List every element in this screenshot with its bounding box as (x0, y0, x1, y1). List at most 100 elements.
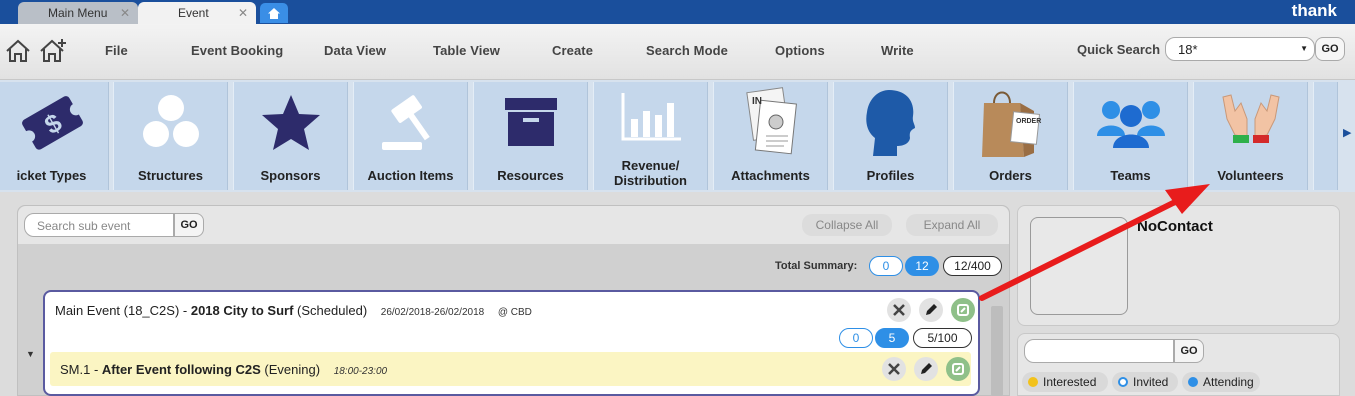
menu-data-view[interactable]: Data View (324, 43, 386, 58)
scroll-right-icon[interactable]: ▶ (1343, 126, 1351, 139)
invited-dot-icon (1118, 377, 1128, 387)
star-icon (261, 95, 320, 150)
sub-event-session: (Evening) (260, 362, 321, 377)
quick-search-go-button[interactable]: GO (1315, 37, 1345, 61)
event-dates: 26/02/2018-26/02/2018 (380, 307, 485, 318)
menu-event-booking[interactable]: Event Booking (191, 43, 283, 58)
tab-main-menu-label: Main Menu (48, 6, 108, 20)
structures-icon (142, 95, 199, 147)
event-code: Main Event (18_C2S) - (55, 303, 191, 318)
sub-event-go-button[interactable]: GO (174, 213, 204, 237)
contact-panel: NoContact (1017, 205, 1340, 326)
quick-search-value: 18* (1178, 42, 1198, 57)
tile-resources[interactable]: Resources (473, 82, 588, 190)
expand-all-button[interactable]: Expand All (906, 214, 998, 236)
sub-event-panel: Search sub event GO Collapse All Expand … (17, 205, 1010, 396)
interested-dot-icon (1028, 377, 1038, 387)
raised-hands-icon (1221, 94, 1280, 143)
event-count-attending: 5 (875, 328, 909, 348)
tile-ticket-types[interactable]: $ icket Types (0, 82, 109, 190)
close-icon[interactable]: ✕ (120, 6, 130, 20)
svg-text:ORDER: ORDER (1016, 118, 1041, 125)
tile-label: Sponsors (260, 168, 321, 183)
box-icon (504, 98, 557, 146)
sub-event-time: 18:00-23:00 (333, 366, 388, 377)
bar-chart-icon (621, 93, 681, 141)
sub-event-row[interactable]: SM.1 - After Event following C2S (Evenin… (50, 352, 971, 386)
attending-dot-icon (1188, 377, 1198, 387)
legend-label: Invited (1133, 375, 1169, 389)
tile-label: Revenue/ Distribution (614, 158, 687, 188)
close-icon[interactable]: ✕ (238, 6, 248, 20)
event-status: (Scheduled) (293, 303, 368, 318)
tile-volunteers[interactable]: Volunteers (1193, 82, 1308, 190)
volunteer-search-input[interactable] (1024, 339, 1174, 363)
svg-text:IN: IN (752, 96, 762, 107)
dropdown-arrow-icon: ▼ (1300, 44, 1308, 53)
tab-main-menu[interactable]: Main Menu ✕ (18, 2, 138, 24)
delete-button[interactable] (887, 298, 911, 322)
open-icon (952, 363, 964, 375)
menu-bar: File Event Booking Data View Table View … (0, 24, 1355, 80)
total-capacity: 12/400 (943, 256, 1002, 276)
tile-attachments[interactable]: IN Attachments (713, 82, 828, 190)
sub-event-search-input[interactable]: Search sub event (24, 213, 174, 237)
collapse-all-button[interactable]: Collapse All (802, 214, 892, 236)
tile-teams[interactable]: Teams (1073, 82, 1188, 190)
close-icon (888, 363, 900, 375)
menu-write[interactable]: Write (881, 43, 914, 58)
tile-label: Resources (497, 168, 564, 183)
event-name: 2018 City to Surf (190, 303, 294, 318)
icon-strip: ◀ ▶ $ icket Types Structures Sponsors Au… (0, 80, 1355, 192)
contact-photo (1030, 217, 1128, 315)
quick-search-select[interactable]: 18* ▼ (1165, 37, 1315, 61)
event-location: @ CBD (497, 307, 532, 318)
quick-search-label: Quick Search (1077, 42, 1161, 57)
tile-sponsors[interactable]: Sponsors (233, 82, 348, 190)
tile-label: Orders (989, 168, 1032, 183)
legend-label: Attending (1203, 375, 1254, 389)
delete-button[interactable] (882, 357, 906, 381)
total-count-interested: 0 (869, 256, 903, 276)
tile-label: Teams (1110, 168, 1151, 183)
legend-label: Interested (1043, 375, 1097, 389)
menu-table-view[interactable]: Table View (433, 43, 500, 58)
ticket-icon: $ (21, 96, 83, 150)
open-button[interactable] (951, 298, 975, 322)
expand-toggle-icon[interactable]: ▼ (26, 349, 35, 359)
tile-auction-items[interactable]: Auction Items (353, 82, 468, 190)
close-icon (893, 304, 905, 316)
brand-logo: thank (1291, 1, 1337, 20)
tile-structures[interactable]: Structures (113, 82, 228, 190)
tile-orders[interactable]: ORDER Orders (953, 82, 1068, 190)
contact-name: NoContact (1137, 218, 1213, 235)
menu-file[interactable]: File (105, 43, 128, 58)
open-button[interactable] (946, 357, 970, 381)
home-icon[interactable] (4, 38, 32, 64)
volunteer-panel: GO Interested Invited Attending (1017, 333, 1340, 396)
scrollbar[interactable] (991, 306, 1003, 396)
tile-label: icket Types (16, 168, 87, 183)
sub-event-code: SM.1 - (60, 362, 102, 377)
menu-options[interactable]: Options (775, 43, 825, 58)
legend-attending[interactable]: Attending (1182, 372, 1260, 392)
legend-interested[interactable]: Interested (1022, 372, 1108, 392)
edit-button[interactable] (914, 357, 938, 381)
tile-profiles[interactable]: Profiles (833, 82, 948, 190)
home-icon (268, 7, 280, 19)
shopping-bag-icon: ORDER (981, 91, 1041, 157)
tab-bar: Main Menu ✕ Event ✕ thank (0, 0, 1355, 24)
volunteer-go-button[interactable]: GO (1174, 339, 1204, 363)
legend-invited[interactable]: Invited (1112, 372, 1178, 392)
main-event-card[interactable]: Main Event (18_C2S) - 2018 City to Surf … (43, 290, 980, 396)
add-home-icon[interactable] (38, 38, 68, 64)
tile-revenue-distribution[interactable]: Revenue/ Distribution (593, 82, 708, 190)
menu-search-mode[interactable]: Search Mode (646, 43, 728, 58)
edit-button[interactable] (919, 298, 943, 322)
menu-create[interactable]: Create (552, 43, 593, 58)
tab-event[interactable]: Event ✕ (138, 2, 256, 24)
sub-event-title: SM.1 - After Event following C2S (Evenin… (60, 362, 387, 377)
gavel-icon (381, 95, 430, 150)
event-count-interested: 0 (839, 328, 873, 348)
home-tab-button[interactable] (260, 3, 288, 23)
